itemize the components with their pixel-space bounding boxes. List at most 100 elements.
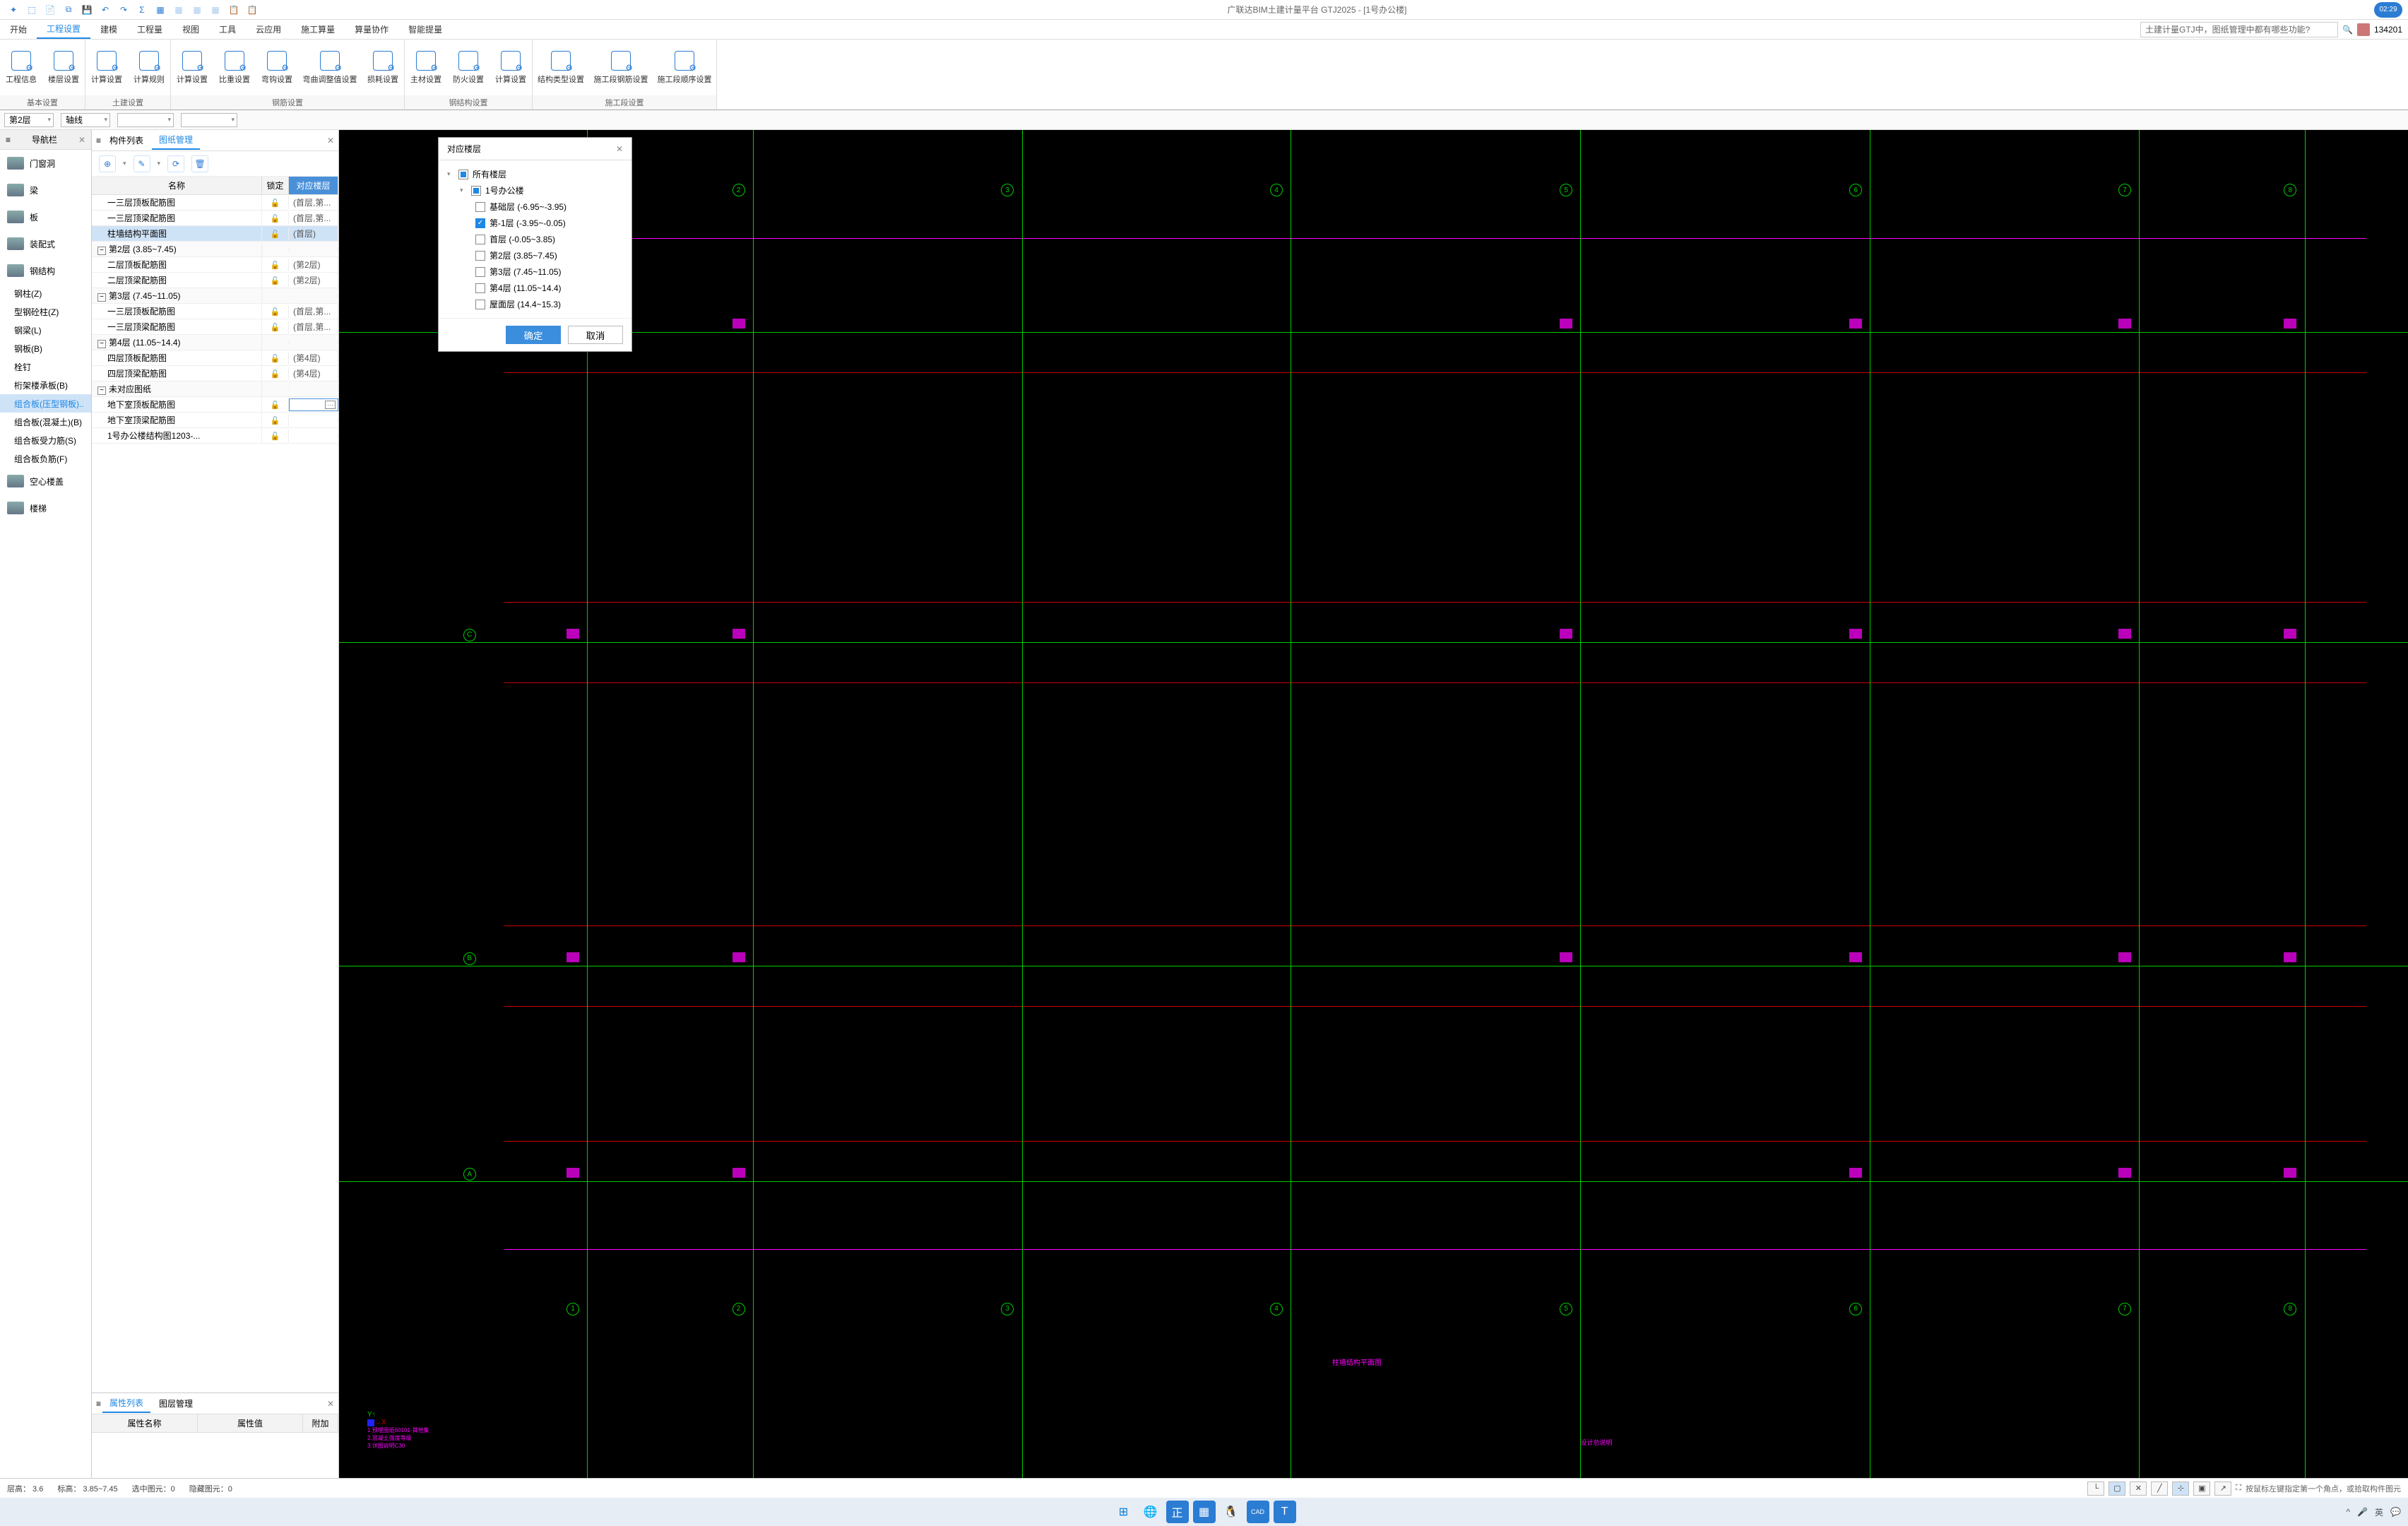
table-row[interactable]: 四层顶梁配筋图(第4层) xyxy=(92,366,338,382)
doc-icon[interactable]: 📋 xyxy=(226,2,242,18)
rebar-calc-button[interactable]: 计算设置 xyxy=(171,40,213,95)
dialog-close-icon[interactable]: ✕ xyxy=(616,144,623,154)
edit-drawing-icon[interactable]: ✎ xyxy=(134,155,150,172)
copy-icon[interactable]: ⧉ xyxy=(61,2,76,18)
menu-construction[interactable]: 施工算量 xyxy=(291,20,345,39)
project-info-button[interactable]: 工程信息 xyxy=(0,40,42,95)
table-group[interactable]: −未对应图纸 xyxy=(92,382,338,397)
tab-layer-mgmt[interactable]: 图层管理 xyxy=(152,1395,200,1412)
floor-option[interactable]: 屋面层 (14.4~15.3) xyxy=(447,296,623,312)
floor-option[interactable]: 第4层 (11.05~14.4) xyxy=(447,280,623,296)
table-row[interactable]: 地下室顶梁配筋图 xyxy=(92,413,338,428)
floor-checkbox[interactable] xyxy=(475,283,485,293)
struct-type-button[interactable]: 结构类型设置 xyxy=(533,40,589,95)
menu-quantity[interactable]: 工程量 xyxy=(127,20,172,39)
sum-icon[interactable]: Σ xyxy=(134,2,150,18)
nav-sub-truss-deck[interactable]: 桁架楼承板(B) xyxy=(0,376,91,394)
expand-icon[interactable]: ⛶ xyxy=(2236,1484,2241,1493)
table-row[interactable]: 一三层顶梁配筋图(首层,第... xyxy=(92,211,338,226)
menu-project-settings[interactable]: 工程设置 xyxy=(37,20,90,39)
root-checkbox[interactable] xyxy=(458,170,468,179)
floor-checkbox[interactable] xyxy=(475,300,485,309)
status-btn-7[interactable]: ↗ xyxy=(2214,1481,2231,1496)
ok-button[interactable]: 确定 xyxy=(506,326,561,344)
nav-item-steel[interactable]: 钢结构 xyxy=(0,257,91,284)
nav-sub-composite-concrete[interactable]: 组合板(混凝土)(B) xyxy=(0,413,91,431)
main-material-button[interactable]: 主材设置 xyxy=(405,40,447,95)
table-row[interactable]: 一三层顶板配筋图(首层,第... xyxy=(92,304,338,319)
floor-option[interactable]: 首层 (-0.05~3.85) xyxy=(447,231,623,247)
nav-sub-composite-rebar[interactable]: 组合板受力筋(S) xyxy=(0,431,91,449)
nav-expand-icon[interactable]: ≡ xyxy=(6,135,11,145)
tray-ime[interactable]: 英 xyxy=(2375,1506,2383,1518)
menu-start[interactable]: 开始 xyxy=(0,20,37,39)
status-btn-5[interactable]: ⊹ xyxy=(2172,1481,2189,1496)
floor-checkbox[interactable] xyxy=(475,235,485,244)
table-group[interactable]: −第3层 (7.45~11.05) xyxy=(92,288,338,304)
grid3-icon[interactable]: ▦ xyxy=(189,2,205,18)
mid-close-icon[interactable]: ✕ xyxy=(327,136,334,146)
tab-property-list[interactable]: 属性列表 xyxy=(102,1394,150,1413)
table-row[interactable]: 二层顶板配筋图(第2层) xyxy=(92,257,338,273)
edge-icon[interactable]: 🌐 xyxy=(1139,1501,1162,1523)
grid-icon[interactable]: ▦ xyxy=(153,2,168,18)
table-row[interactable]: 一三层顶梁配筋图(首层,第... xyxy=(92,319,338,335)
grid4-icon[interactable]: ▦ xyxy=(208,2,223,18)
nav-sub-src-column[interactable]: 型钢砼柱(Z) xyxy=(0,302,91,321)
status-btn-6[interactable]: ▣ xyxy=(2193,1481,2210,1496)
nav-item-prefab[interactable]: 装配式 xyxy=(0,230,91,257)
qq-icon[interactable]: 🐧 xyxy=(1220,1501,1242,1523)
prop-expand-icon[interactable]: ≡ xyxy=(96,1399,101,1409)
nav-sub-steel-plate[interactable]: 钢板(B) xyxy=(0,339,91,357)
table-row[interactable]: 地下室顶板配筋图··· xyxy=(92,397,338,413)
grid2-icon[interactable]: ▦ xyxy=(171,2,186,18)
table-group[interactable]: −第4层 (11.05~14.4) xyxy=(92,335,338,350)
mid-expand-icon[interactable]: ≡ xyxy=(96,136,101,146)
user-avatar[interactable] xyxy=(2357,23,2370,36)
calc-settings-button[interactable]: 计算设置 xyxy=(85,40,128,95)
add-drawing-icon[interactable]: ⊕ xyxy=(99,155,116,172)
nav-sub-stud[interactable]: 栓钉 xyxy=(0,357,91,376)
status-btn-4[interactable]: ╱ xyxy=(2151,1481,2168,1496)
nav-sub-composite-neg[interactable]: 组合板负筋(F) xyxy=(0,449,91,468)
search-input[interactable]: 土建计量GTJ中，图纸管理中都有哪些功能? xyxy=(2140,22,2338,37)
app2-icon[interactable]: ▦ xyxy=(1193,1501,1216,1523)
status-btn-1[interactable]: └ xyxy=(2087,1481,2104,1496)
menu-modeling[interactable]: 建模 xyxy=(90,20,127,39)
search-icon[interactable]: 🔍 xyxy=(2342,25,2353,35)
col-floor[interactable]: 对应楼层 xyxy=(289,177,338,194)
floor-option[interactable]: 基础层 (-6.95~-3.95) xyxy=(447,199,623,215)
loss-settings-button[interactable]: 损耗设置 xyxy=(362,40,404,95)
save-icon[interactable]: 💾 xyxy=(79,2,95,18)
steel-calc-button[interactable]: 计算设置 xyxy=(490,40,532,95)
tray-chevron-icon[interactable]: ^ xyxy=(2346,1507,2350,1517)
weight-settings-button[interactable]: 比重设置 xyxy=(213,40,256,95)
menu-tools[interactable]: 工具 xyxy=(209,20,246,39)
status-btn-3[interactable]: ✕ xyxy=(2130,1481,2147,1496)
nav-close-icon[interactable]: ✕ xyxy=(78,135,85,145)
nav-item-beam[interactable]: 梁 xyxy=(0,177,91,203)
delete-drawing-icon[interactable]: 🗑 xyxy=(191,155,208,172)
section-rebar-button[interactable]: 施工段钢筋设置 xyxy=(589,40,653,95)
undo-icon[interactable]: ↶ xyxy=(97,2,113,18)
empty-selector-1[interactable] xyxy=(117,113,174,127)
nav-item-stair[interactable]: 楼梯 xyxy=(0,495,91,521)
tab-component-list[interactable]: 构件列表 xyxy=(102,131,150,149)
fire-settings-button[interactable]: 防火设置 xyxy=(447,40,490,95)
tree-root[interactable]: ▾ 所有楼层 xyxy=(447,166,623,182)
table-row[interactable]: 1号办公楼结构图1203-... xyxy=(92,428,338,444)
table-row[interactable]: 柱墙结构平面图(首层) xyxy=(92,226,338,242)
menu-view[interactable]: 视图 xyxy=(172,20,209,39)
redo-icon[interactable]: ↷ xyxy=(116,2,131,18)
building-checkbox[interactable] xyxy=(471,186,481,196)
nav-item-door[interactable]: 门窗洞 xyxy=(0,150,91,177)
axis-selector[interactable]: 轴线 xyxy=(61,113,110,127)
refresh-drawing-icon[interactable]: ⟳ xyxy=(167,155,184,172)
table-row[interactable]: 四层顶板配筋图(第4层) xyxy=(92,350,338,366)
nav-item-slab[interactable]: 板 xyxy=(0,203,91,230)
open-icon[interactable]: 📄 xyxy=(42,2,58,18)
nav-item-hollow[interactable]: 空心楼盖 xyxy=(0,468,91,495)
floor-selector[interactable]: 第2层 xyxy=(4,113,54,127)
tray-mic-icon[interactable]: 🎤 xyxy=(2357,1507,2368,1517)
app3-icon[interactable]: T xyxy=(1274,1501,1296,1523)
